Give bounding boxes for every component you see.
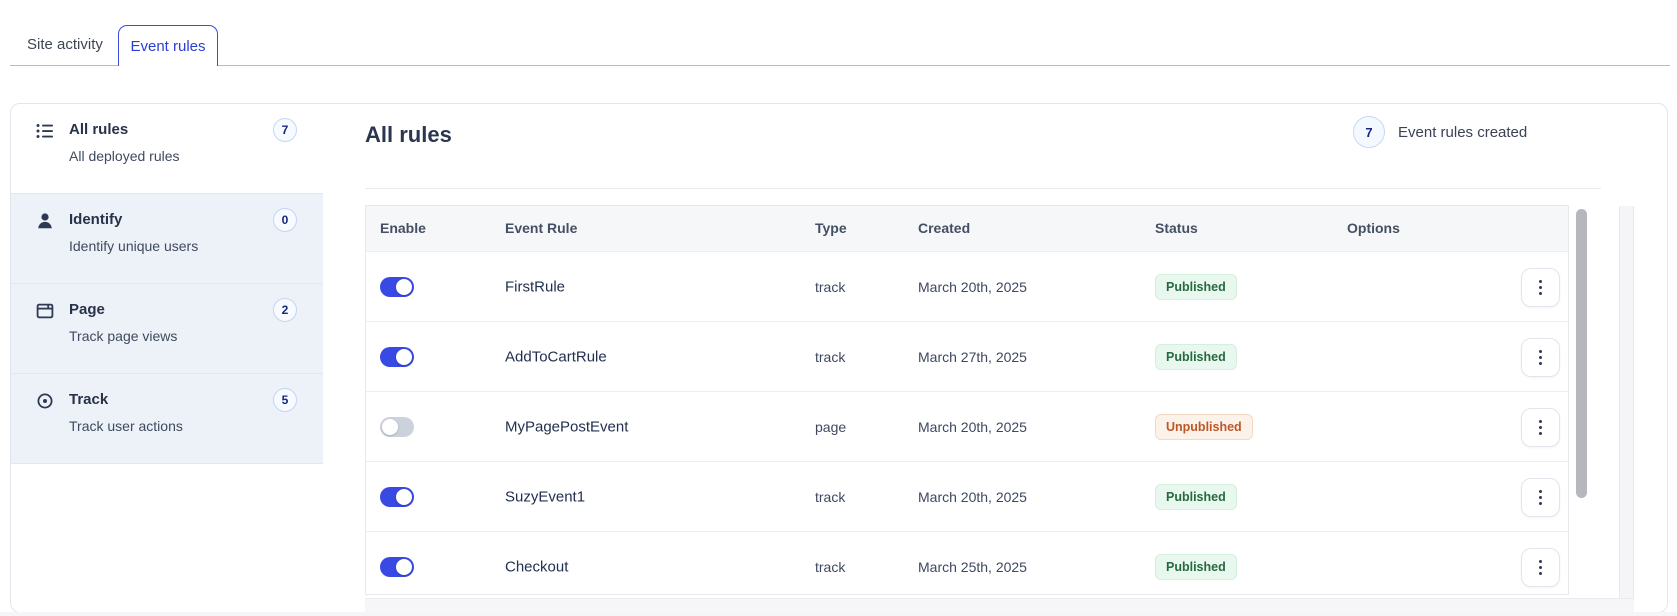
event-rule-name: FirstRule — [505, 278, 566, 295]
event-rule-created: March 27th, 2025 — [918, 348, 1027, 365]
table-body: FirstRule track March 20th, 2025 Publish… — [366, 251, 1568, 594]
col-header-status: Status — [1155, 220, 1198, 236]
toggle-knob — [396, 488, 412, 505]
vertical-scrollbar-thumb[interactable] — [1576, 209, 1587, 498]
sidebar-item-identify[interactable]: Identify Identify unique users 0 — [11, 194, 323, 284]
row-options-button[interactable] — [1521, 268, 1560, 307]
sidebar: All rules All deployed rules 7 Identify … — [11, 104, 323, 612]
tab-bar: Site activity Event rules — [0, 0, 1677, 66]
event-rule-name: Checkout — [505, 558, 569, 575]
sidebar-item-title: Track — [69, 391, 109, 408]
enable-toggle[interactable] — [380, 346, 414, 367]
enable-toggle[interactable] — [380, 416, 414, 437]
tab-bar-divider — [10, 65, 1670, 66]
col-header-options: Options — [1347, 220, 1400, 236]
sidebar-item-title: Page — [69, 301, 105, 318]
user-icon — [35, 211, 55, 231]
table-row: AddToCartRule track March 27th, 2025 Pub… — [366, 321, 1568, 391]
sidebar-item-title: All rules — [69, 121, 129, 138]
event-rule-type: track — [815, 278, 846, 295]
enable-toggle[interactable] — [380, 276, 414, 297]
sidebar-item-subtitle: Track user actions — [69, 418, 183, 434]
sidebar-item-title: Identify — [69, 211, 123, 228]
event-rule-type: track — [815, 348, 846, 365]
col-header-event-rule: Event Rule — [505, 220, 578, 236]
kebab-icon — [1539, 286, 1542, 289]
page-background-strip — [0, 612, 1677, 616]
toggle-knob — [396, 278, 412, 295]
row-options-button[interactable] — [1521, 478, 1560, 517]
status-badge: Published — [1155, 273, 1237, 300]
col-header-created: Created — [918, 220, 971, 236]
status-badge: Published — [1155, 553, 1237, 580]
toggle-knob — [396, 348, 412, 365]
table-row: Checkout track March 25th, 2025 Publishe… — [366, 531, 1568, 594]
rules-count-badge: 7 — [1353, 116, 1385, 148]
sidebar-item-count-badge: 5 — [273, 388, 297, 412]
sidebar-item-subtitle: All deployed rules — [69, 148, 180, 164]
tab-site-activity[interactable]: Site activity — [27, 36, 103, 53]
table-row: SuzyEvent1 track March 20th, 2025 Publis… — [366, 461, 1568, 531]
kebab-icon — [1539, 566, 1542, 569]
sidebar-item-all-rules[interactable]: All rules All deployed rules 7 — [11, 104, 323, 194]
event-rule-created: March 20th, 2025 — [918, 418, 1027, 435]
rules-count: 7 Event rules created — [1353, 116, 1527, 148]
sidebar-item-subtitle: Identify unique users — [69, 238, 199, 254]
status-badge: Published — [1155, 343, 1237, 370]
event-rule-name: MyPagePostEvent — [505, 418, 629, 435]
target-icon — [35, 391, 55, 411]
kebab-icon — [1539, 496, 1542, 499]
row-options-button[interactable] — [1521, 408, 1560, 447]
rules-table: Enable Event Rule Type Created Status Op… — [365, 205, 1569, 595]
col-header-enable: Enable — [380, 220, 426, 236]
event-rule-type: track — [815, 558, 846, 575]
row-options-button[interactable] — [1521, 548, 1560, 587]
page-title: All rules — [365, 122, 452, 147]
event-rule-created: March 25th, 2025 — [918, 558, 1027, 575]
enable-toggle[interactable] — [380, 556, 414, 577]
event-rule-type: page — [815, 418, 847, 435]
row-options-button[interactable] — [1521, 338, 1560, 377]
col-header-type: Type — [815, 220, 847, 236]
status-badge: Unpublished — [1155, 413, 1253, 440]
table-row: MyPagePostEvent page March 20th, 2025 Un… — [366, 391, 1568, 461]
enable-toggle[interactable] — [380, 486, 414, 507]
event-rule-type: track — [815, 488, 846, 505]
list-icon — [35, 121, 55, 141]
event-rule-created: March 20th, 2025 — [918, 278, 1027, 295]
header-divider — [365, 188, 1601, 189]
event-rule-name: SuzyEvent1 — [505, 488, 586, 505]
event-rules-card: All rules All deployed rules 7 Identify … — [10, 103, 1668, 613]
sidebar-item-track[interactable]: Track Track user actions 5 — [11, 374, 323, 464]
sidebar-item-page[interactable]: Page Track page views 2 — [11, 284, 323, 374]
rules-count-label: Event rules created — [1398, 123, 1528, 141]
table-header-row: Enable Event Rule Type Created Status Op… — [366, 206, 1568, 251]
main-panel: All rules 7 Event rules created Enable E… — [365, 104, 1667, 612]
table-row: FirstRule track March 20th, 2025 Publish… — [366, 251, 1568, 321]
kebab-icon — [1539, 356, 1542, 359]
sidebar-item-count-badge: 2 — [273, 298, 297, 322]
tab-event-rules[interactable]: Event rules — [118, 25, 218, 66]
event-rule-created: March 20th, 2025 — [918, 488, 1027, 505]
event-rule-name: AddToCartRule — [505, 348, 607, 365]
sidebar-item-count-badge: 0 — [273, 208, 297, 232]
sidebar-item-count-badge: 7 — [273, 118, 297, 142]
sidebar-item-subtitle: Track page views — [69, 328, 178, 344]
status-badge: Published — [1155, 483, 1237, 510]
window-icon — [35, 301, 55, 321]
kebab-icon — [1539, 426, 1542, 429]
horizontal-scrollbar-track — [365, 598, 1634, 612]
toggle-knob — [382, 418, 398, 435]
toggle-knob — [396, 558, 412, 575]
outer-scrollbar-track — [1619, 206, 1634, 612]
